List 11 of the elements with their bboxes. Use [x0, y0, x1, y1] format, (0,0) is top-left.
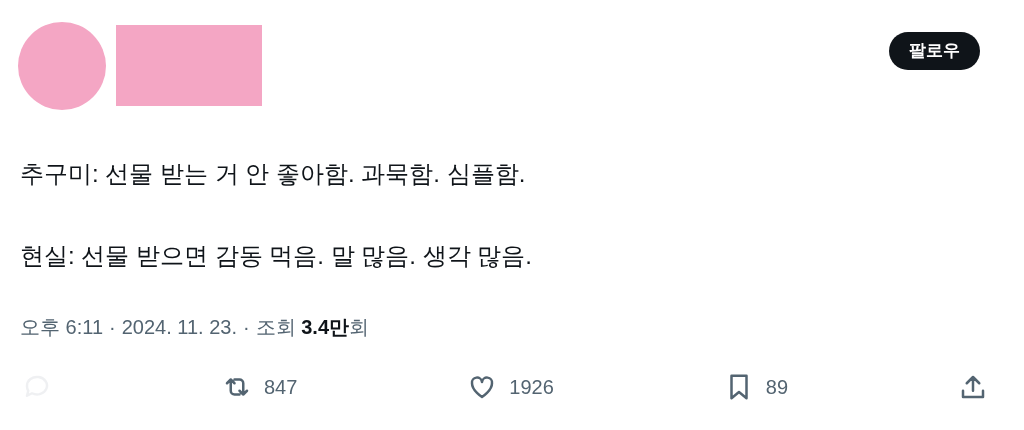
post-date[interactable]: 2024. 11. 23.	[121, 312, 237, 342]
bookmark-button[interactable]: 89	[723, 372, 789, 402]
separator-dot: ·	[109, 315, 116, 340]
follow-button[interactable]: 팔로우	[889, 32, 980, 70]
post-time[interactable]: 오후 6:11	[20, 312, 103, 342]
like-button[interactable]: 1926	[467, 372, 554, 402]
post-text: 추구미: 선물 받는 거 안 좋아함. 과묵함. 심플함.	[20, 159, 527, 189]
repost-button[interactable]: 847	[221, 372, 298, 402]
separator-dot: ·	[242, 315, 250, 340]
view-count: 조회 3.4만회	[255, 315, 369, 340]
post-text: 현실: 선물 받으면 감동 먹음. 말 많음. 생각 많음.	[20, 241, 533, 271]
